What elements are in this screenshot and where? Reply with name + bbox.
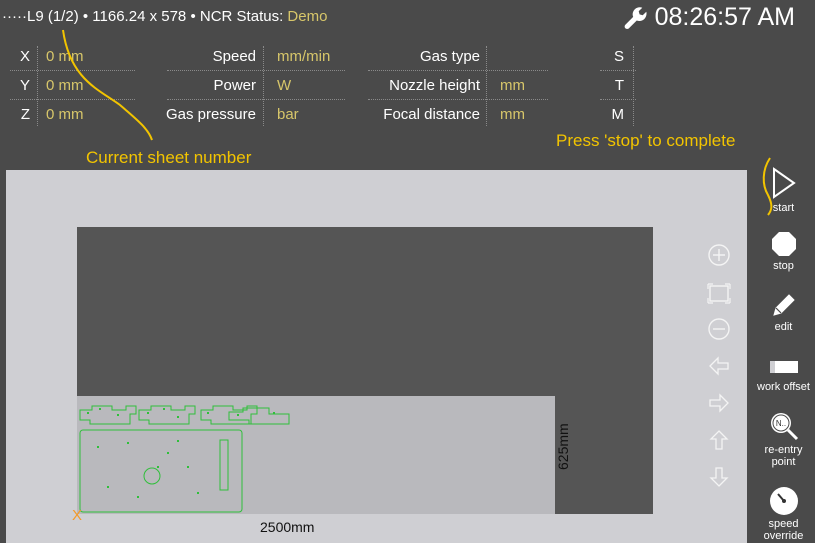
reentry-point-button[interactable]: N.. re-entry point bbox=[752, 410, 815, 468]
part-outline bbox=[138, 405, 196, 425]
pan-up-icon[interactable] bbox=[706, 427, 732, 453]
zoom-out-icon[interactable] bbox=[706, 316, 732, 342]
work-offset-label: work offset bbox=[757, 381, 810, 393]
gauge-icon bbox=[769, 487, 798, 515]
part-outline bbox=[79, 429, 243, 513]
part-outline bbox=[143, 467, 161, 485]
pan-down-icon[interactable] bbox=[706, 464, 732, 490]
pan-left-icon[interactable] bbox=[706, 353, 732, 379]
work-offset-icon bbox=[769, 361, 798, 373]
reentry-label: re-entry point bbox=[764, 444, 803, 468]
edit-label: edit bbox=[774, 321, 793, 333]
reentry-badge: N.. bbox=[775, 419, 785, 428]
width-dimension: 2500mm bbox=[260, 519, 315, 535]
sheet-number-annotation: Current sheet number bbox=[86, 148, 252, 167]
part-outline bbox=[219, 439, 229, 491]
height-dimension: 625mm bbox=[555, 423, 571, 470]
origin-marker: X bbox=[72, 507, 83, 524]
edit-button[interactable]: edit bbox=[752, 291, 815, 333]
stop-label: stop bbox=[773, 260, 794, 272]
speed-override-button[interactable]: speed override bbox=[752, 486, 815, 542]
zoom-in-icon[interactable] bbox=[706, 242, 732, 268]
speed-override-label: speed override bbox=[763, 518, 804, 542]
part-outline bbox=[79, 405, 137, 425]
stop-icon bbox=[771, 232, 796, 256]
stop-button[interactable]: stop bbox=[752, 230, 815, 272]
play-icon bbox=[772, 167, 796, 199]
stop-hint-annotation: Press 'stop' to complete bbox=[556, 131, 736, 150]
pencil-icon bbox=[772, 294, 795, 316]
zoom-fit-icon[interactable] bbox=[706, 281, 732, 307]
work-offset-button[interactable]: work offset bbox=[752, 355, 815, 393]
sheet-callout-line bbox=[62, 29, 153, 141]
sheet-canvas[interactable]: 2500mm 625mm X bbox=[6, 170, 747, 543]
pan-right-icon[interactable] bbox=[706, 390, 732, 416]
start-button[interactable]: start bbox=[752, 166, 815, 214]
start-label: start bbox=[772, 202, 795, 214]
nested-parts bbox=[79, 405, 290, 513]
magnifier-icon: N.. bbox=[770, 413, 798, 441]
